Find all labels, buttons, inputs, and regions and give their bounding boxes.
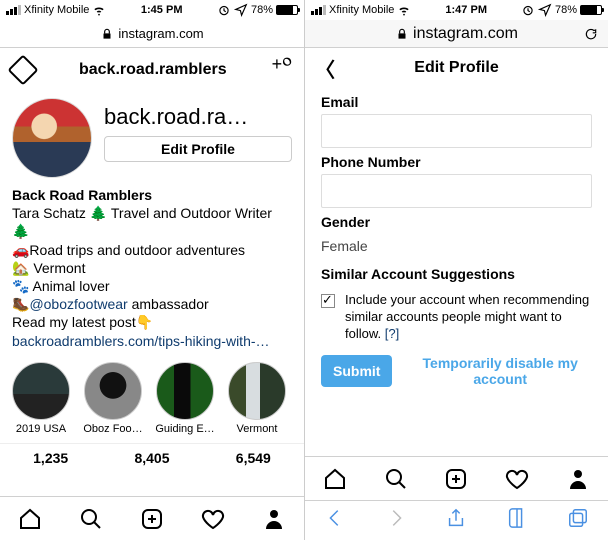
battery-percent: 78% bbox=[251, 4, 273, 16]
url-bar[interactable]: instagram.com bbox=[305, 20, 608, 48]
safari-tabs-icon[interactable] bbox=[567, 507, 589, 534]
url-text: instagram.com bbox=[118, 26, 203, 41]
safari-toolbar bbox=[305, 500, 608, 540]
bio-line: Tara Schatz 🌲 Travel and Outdoor Writer … bbox=[12, 204, 292, 240]
alarm-icon bbox=[521, 3, 535, 17]
wifi-icon bbox=[397, 3, 411, 17]
gender-value[interactable]: Female bbox=[321, 234, 592, 260]
signal-icon bbox=[311, 5, 326, 15]
home-icon[interactable] bbox=[18, 507, 42, 531]
location-icon bbox=[538, 3, 552, 17]
email-label: Email bbox=[321, 94, 592, 110]
settings-icon[interactable] bbox=[7, 54, 38, 85]
carrier-label: Xfinity Mobile bbox=[24, 4, 89, 16]
lock-icon bbox=[100, 27, 114, 41]
search-icon[interactable] bbox=[79, 507, 103, 531]
edit-profile-form: Email Phone Number Gender Female Similar… bbox=[305, 88, 608, 388]
battery-icon bbox=[580, 5, 602, 15]
phone-right-edit: Xfinity Mobile 1:47 PM 78% instagram.com… bbox=[304, 0, 608, 540]
url-text: instagram.com bbox=[413, 25, 518, 43]
safari-back-icon[interactable] bbox=[324, 507, 346, 534]
header-username: back.road.ramblers bbox=[79, 61, 227, 79]
stat-followers[interactable]: 8,405 bbox=[101, 444, 202, 470]
stat-following[interactable]: 6,549 bbox=[203, 444, 304, 470]
activity-icon[interactable] bbox=[201, 507, 225, 531]
clock: 1:45 PM bbox=[141, 4, 183, 16]
safari-share-icon[interactable] bbox=[445, 507, 467, 534]
bio-line: 🚗Road trips and outdoor adventures bbox=[12, 241, 292, 259]
battery-icon bbox=[276, 5, 298, 15]
bio-line: 🐾 Animal lover bbox=[12, 277, 292, 295]
story-item[interactable]: 2019 USA bbox=[10, 362, 72, 435]
alarm-icon bbox=[217, 3, 231, 17]
suggestions-text: Include your account when recommending s… bbox=[345, 292, 592, 343]
new-post-icon[interactable] bbox=[444, 467, 468, 491]
submit-button[interactable]: Submit bbox=[321, 355, 392, 387]
safari-forward-icon bbox=[385, 507, 407, 534]
story-highlights: 2019 USA Oboz Foo… Guiding E… Vermont bbox=[0, 354, 304, 439]
instagram-tabbar bbox=[0, 496, 304, 540]
profile-header: back.road.ramblers +༠ bbox=[0, 48, 304, 92]
display-name: Back Road Ramblers bbox=[12, 186, 292, 204]
story-thumb bbox=[228, 362, 286, 420]
location-icon bbox=[234, 3, 248, 17]
activity-icon[interactable] bbox=[505, 467, 529, 491]
bio-section: Back Road Ramblers Tara Schatz 🌲 Travel … bbox=[0, 182, 304, 354]
carrier-label: Xfinity Mobile bbox=[329, 4, 394, 16]
new-post-icon[interactable] bbox=[140, 507, 164, 531]
add-user-icon[interactable]: +༠ bbox=[272, 45, 292, 95]
story-thumb bbox=[84, 362, 142, 420]
page-title: Edit Profile bbox=[414, 59, 498, 77]
status-bar: Xfinity Mobile 1:47 PM 78% bbox=[305, 0, 608, 20]
mention-link[interactable]: @obozfootwear bbox=[29, 296, 127, 312]
bio-link[interactable]: backroadramblers.com/tips-hiking-with-… bbox=[12, 332, 292, 350]
story-item[interactable]: Oboz Foo… bbox=[82, 362, 144, 435]
username-display: back.road.ra… bbox=[104, 104, 292, 130]
home-icon[interactable] bbox=[323, 467, 347, 491]
refresh-icon[interactable] bbox=[584, 27, 598, 41]
battery-percent: 78% bbox=[555, 4, 577, 16]
phone-field[interactable] bbox=[321, 174, 592, 208]
story-item[interactable]: Guiding E… bbox=[154, 362, 216, 435]
lock-icon bbox=[395, 27, 409, 41]
stats-row: 1,235 8,405 6,549 bbox=[0, 443, 304, 470]
suggestions-checkbox[interactable] bbox=[321, 294, 335, 308]
email-field[interactable] bbox=[321, 114, 592, 148]
back-icon[interactable]: 〈 bbox=[315, 54, 335, 83]
bio-line: 🥾@obozfootwear ambassador bbox=[12, 295, 292, 313]
disable-account-link[interactable]: Temporarily disable my account bbox=[408, 355, 592, 389]
url-bar[interactable]: instagram.com bbox=[0, 20, 304, 48]
story-thumb bbox=[156, 362, 214, 420]
stat-posts[interactable]: 1,235 bbox=[0, 444, 101, 470]
bio-line: 🏡 Vermont bbox=[12, 259, 292, 277]
edit-profile-button[interactable]: Edit Profile bbox=[104, 136, 292, 162]
avatar[interactable] bbox=[12, 98, 92, 178]
phone-label: Phone Number bbox=[321, 154, 592, 170]
help-link[interactable]: [?] bbox=[385, 326, 399, 341]
bio-line: Read my latest post👇 bbox=[12, 313, 292, 331]
story-thumb bbox=[12, 362, 70, 420]
gender-label: Gender bbox=[321, 214, 592, 230]
story-item[interactable]: Vermont bbox=[226, 362, 288, 435]
status-bar: Xfinity Mobile 1:45 PM 78% bbox=[0, 0, 304, 20]
signal-icon bbox=[6, 5, 21, 15]
edit-profile-header: 〈 Edit Profile bbox=[305, 48, 608, 88]
search-icon[interactable] bbox=[384, 467, 408, 491]
phone-left-profile: Xfinity Mobile 1:45 PM 78% instagram.com… bbox=[0, 0, 304, 540]
suggestions-label: Similar Account Suggestions bbox=[321, 266, 592, 282]
wifi-icon bbox=[92, 3, 106, 17]
instagram-tabbar bbox=[305, 456, 608, 500]
profile-icon[interactable] bbox=[566, 467, 590, 491]
clock: 1:47 PM bbox=[445, 4, 487, 16]
profile-icon[interactable] bbox=[262, 507, 286, 531]
safari-bookmarks-icon[interactable] bbox=[506, 507, 528, 534]
